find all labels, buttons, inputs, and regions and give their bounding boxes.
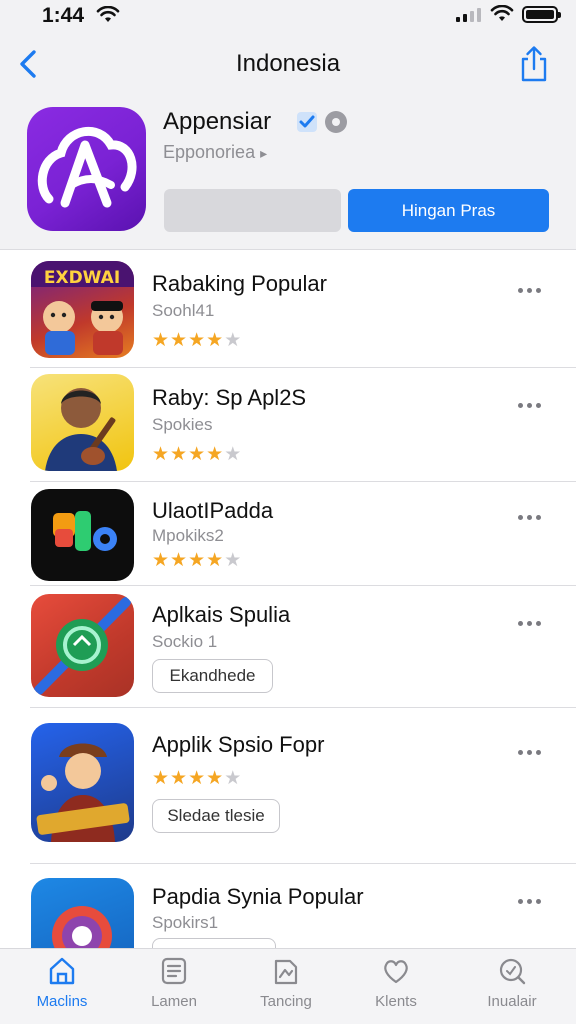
compass-logo-icon [34, 597, 131, 695]
star-filled-icon: ★ [170, 550, 188, 571]
app-thumbnail [31, 489, 134, 581]
app-subtitle: Soohl41 [152, 301, 215, 320]
app-subtitle: Mpokiks2 [152, 526, 224, 545]
star-filled-icon: ★ [206, 444, 224, 465]
tab-favorites[interactable]: Klents [346, 955, 446, 1021]
tab-apps[interactable]: Lamen [124, 955, 224, 1021]
tab-bar: Maclins Lamen Tancing Klents Inualair [0, 948, 576, 1024]
star-filled-icon: ★ [170, 330, 188, 351]
list-item[interactable]: UlaotIPadda Mpokiks2 ★ ★ ★ ★ ★ [0, 482, 576, 586]
more-options-icon[interactable] [518, 896, 548, 906]
wifi-icon [490, 5, 514, 21]
developer-arrow-icon: ▸ [260, 145, 268, 161]
info-badge-icon [325, 111, 347, 133]
star-filled-icon: ★ [188, 768, 206, 789]
star-empty-icon: ★ [224, 330, 242, 351]
primary-action-button[interactable]: Hingan Pras [348, 189, 549, 232]
app-icon[interactable] [27, 107, 146, 231]
tab-label: Maclins [36, 993, 88, 1010]
app-title: Raby: Sp Apl2S [152, 385, 307, 410]
star-rating: ★ ★ ★ ★ ★ [152, 769, 241, 788]
star-empty-icon: ★ [224, 444, 242, 465]
star-filled-icon: ★ [206, 768, 224, 789]
star-filled-icon: ★ [152, 768, 170, 789]
star-empty-icon: ★ [224, 550, 242, 571]
heart-icon [384, 960, 408, 984]
share-button[interactable] [516, 44, 552, 84]
developer-label: Epponoriea [163, 142, 256, 162]
star-filled-icon: ★ [152, 444, 170, 465]
list-item[interactable]: Applik Spsio Fopr ★ ★ ★ ★ ★ Sledae tlesie [0, 708, 576, 864]
hero-art-icon [36, 743, 130, 842]
home-icon [49, 957, 75, 985]
status-bar: 1:44 [0, 0, 576, 40]
more-options-icon[interactable] [518, 618, 548, 628]
app-subtitle: Spokies [152, 415, 213, 434]
character-art-icon [45, 388, 117, 471]
page-title: Indonesia [235, 50, 341, 77]
app-subtitle: Sockio 1 [152, 632, 218, 651]
block-logo-icon [53, 511, 117, 551]
cellular-signal-icon [456, 8, 481, 22]
list-item[interactable]: EXDWAI Rabaking Popular Soohl41 ★ ★ ★ ★ ★ [0, 250, 576, 368]
app-title: Rabaking Popular [152, 271, 327, 296]
app-thumbnail: EXDWAI [31, 261, 134, 358]
app-title: Papdia Synia Popular [152, 884, 364, 909]
wifi-icon [96, 6, 120, 22]
star-filled-icon: ★ [188, 550, 206, 571]
tab-games[interactable]: Tancing [236, 955, 336, 1021]
more-options-icon[interactable] [518, 400, 548, 410]
secondary-action-button[interactable] [164, 189, 341, 232]
tab-label: Lamen [151, 993, 197, 1010]
apps-icon [161, 957, 187, 985]
game-banner-text: EXDWAI [44, 268, 120, 288]
star-filled-icon: ★ [206, 330, 224, 351]
list-item[interactable]: Papdia Synia Popular Spokirs1 [0, 864, 576, 972]
app-title: Applik Spsio Fopr [152, 732, 325, 757]
more-options-icon[interactable] [518, 512, 548, 522]
status-time: 1:44 [42, 4, 85, 27]
search-icon [499, 958, 526, 985]
battery-icon [522, 6, 561, 23]
games-icon [274, 959, 298, 985]
tab-label: Inualair [487, 993, 537, 1010]
app-logo-icon [37, 126, 137, 208]
star-filled-icon: ★ [170, 444, 188, 465]
app-thumbnail [31, 723, 134, 842]
app-subtitle: Spokirs1 [152, 913, 219, 932]
list-item[interactable]: Raby: Sp Apl2S Spokies ★ ★ ★ ★ ★ [0, 368, 576, 482]
star-filled-icon: ★ [170, 768, 188, 789]
verified-badge-icon [297, 112, 317, 132]
developer-name[interactable]: Epponoriea ▸ [163, 142, 267, 163]
star-filled-icon: ★ [206, 550, 224, 571]
star-filled-icon: ★ [188, 330, 206, 351]
star-empty-icon: ★ [224, 768, 242, 789]
tab-label: Tancing [260, 993, 312, 1010]
app-title: Aplkais Spulia [152, 602, 291, 627]
get-button[interactable]: Sledae tlesie [152, 799, 280, 833]
star-rating: ★ ★ ★ ★ ★ [152, 445, 241, 464]
star-filled-icon: ★ [152, 330, 170, 351]
more-options-icon[interactable] [518, 747, 548, 757]
share-icon [521, 46, 547, 82]
get-button[interactable]: Ekandhede [152, 659, 273, 693]
star-rating: ★ ★ ★ ★ ★ [152, 551, 241, 570]
list-item[interactable]: Aplkais Spulia Sockio 1 Ekandhede [0, 586, 576, 708]
app-name: Appensiar [163, 108, 272, 135]
more-options-icon[interactable] [518, 285, 548, 295]
tab-label: Klents [375, 993, 417, 1010]
app-thumbnail [31, 594, 134, 697]
app-thumbnail [31, 374, 134, 471]
tab-home[interactable]: Maclins [12, 955, 112, 1021]
app-header: Indonesia Appensiar Epponoriea ▸ Hingan … [0, 40, 576, 250]
star-filled-icon: ★ [152, 550, 170, 571]
star-rating: ★ ★ ★ ★ ★ [152, 331, 241, 350]
game-art-icon: EXDWAI [31, 261, 134, 355]
star-filled-icon: ★ [188, 444, 206, 465]
app-title: UlaotIPadda [152, 498, 274, 523]
tab-search[interactable]: Inualair [462, 955, 562, 1021]
